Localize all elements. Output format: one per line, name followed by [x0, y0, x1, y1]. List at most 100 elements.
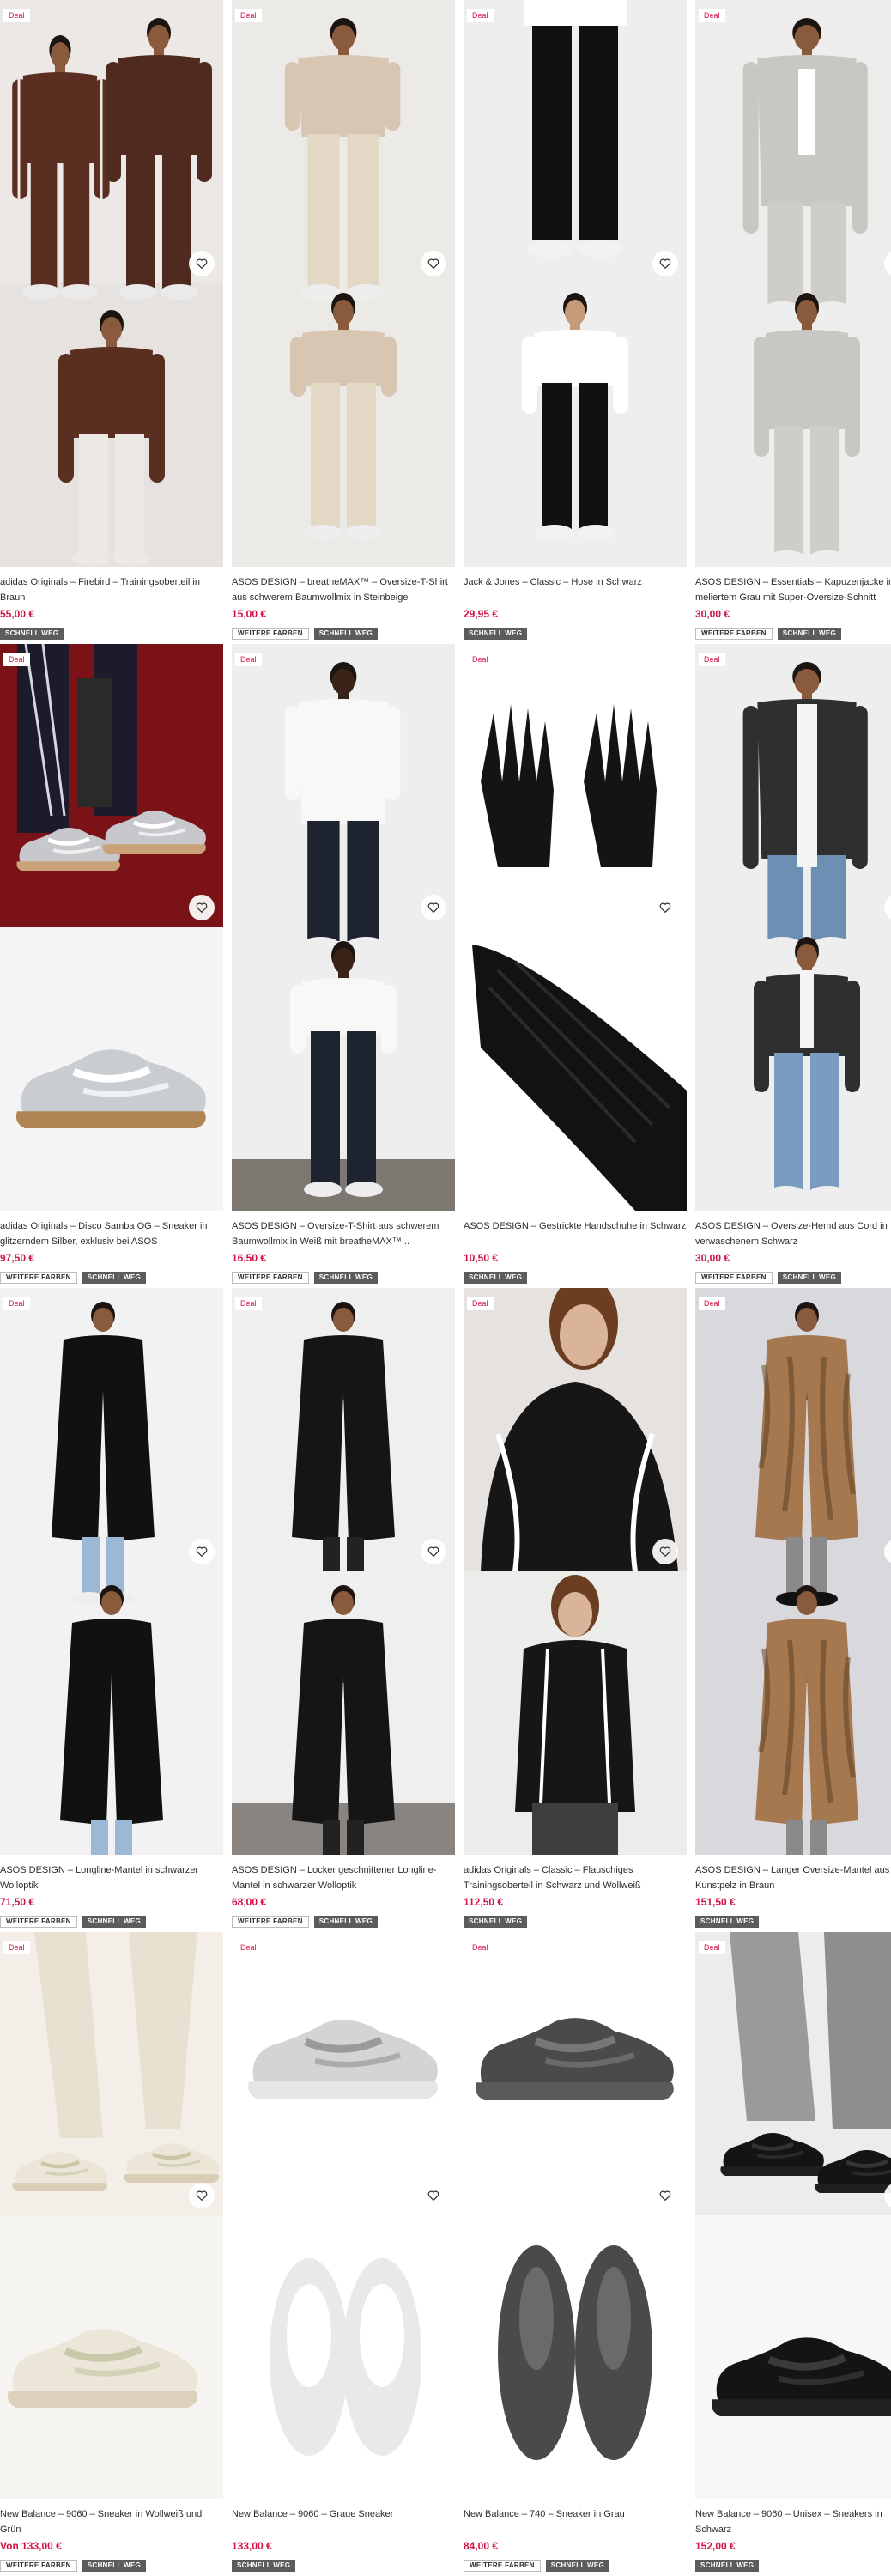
wishlist-heart-icon[interactable] [652, 2183, 678, 2208]
product-card[interactable]: Deal New Balance – 740 – Sneaker in Grau… [464, 1932, 687, 2576]
product-card[interactable]: Deal New Balance – 9060 – Unisex – Sneak… [695, 1932, 891, 2576]
wishlist-heart-icon[interactable] [421, 2183, 446, 2208]
wishlist-heart-icon[interactable] [652, 251, 678, 276]
product-image[interactable] [464, 1288, 687, 1855]
more-colors-badge[interactable]: WEITERE FARBEN [232, 1916, 309, 1928]
product-image[interactable] [695, 0, 891, 567]
deal-badge: Deal [3, 1297, 30, 1310]
wishlist-heart-icon[interactable] [652, 895, 678, 920]
product-image[interactable] [0, 1932, 223, 2499]
product-card[interactable]: Deal ASOS DESIGN – Langer Oversize-Mante… [695, 1288, 891, 1932]
product-title[interactable]: adidas Originals – Classic – Flauschiges… [464, 1862, 687, 1893]
wishlist-heart-icon[interactable] [189, 895, 215, 920]
product-card[interactable]: Deal ASOS DESIGN – Essentials – Kapuzenj… [695, 0, 891, 644]
quick-view-button[interactable]: SCHNELL WEG [464, 1272, 528, 1284]
wishlist-heart-icon[interactable] [421, 1539, 446, 1564]
more-colors-badge[interactable]: WEITERE FARBEN [232, 1272, 309, 1284]
product-title[interactable]: ASOS DESIGN – Longline-Mantel in schwarz… [0, 1862, 223, 1893]
quick-view-button[interactable]: SCHNELL WEG [313, 628, 379, 640]
more-colors-badge[interactable]: WEITERE FARBEN [0, 2560, 77, 2572]
product-price: 55,00 € [0, 608, 34, 620]
quick-view-button[interactable]: SCHNELL WEG [777, 628, 842, 640]
quick-view-button[interactable]: SCHNELL WEG [464, 628, 528, 640]
quick-view-button[interactable]: SCHNELL WEG [313, 1916, 379, 1928]
product-card[interactable]: Deal ASOS DESIGN – Longline-Mantel in sc… [0, 1288, 223, 1932]
quick-view-button[interactable]: SCHNELL WEG [82, 1272, 147, 1284]
product-card[interactable]: Deal ASOS DESIGN – Locker geschnittener … [232, 1288, 455, 1932]
more-colors-badge[interactable]: WEITERE FARBEN [0, 1916, 77, 1928]
product-image[interactable] [232, 644, 455, 1211]
product-badges: WEITERE FARBEN SCHNELL WEG [232, 1916, 379, 1928]
product-title[interactable]: ASOS DESIGN – Oversize-Hemd aus Cord in … [695, 1218, 891, 1249]
product-image[interactable] [464, 644, 687, 1211]
product-card[interactable]: Deal New Balance – 9060 – Sneaker in Wol… [0, 1932, 223, 2576]
product-image[interactable] [695, 644, 891, 1211]
product-card[interactable]: Deal Jack & Jones – Classic – Hose in Sc… [464, 0, 687, 644]
wishlist-heart-icon[interactable] [421, 895, 446, 920]
wishlist-heart-icon[interactable] [652, 1539, 678, 1564]
product-title[interactable]: adidas Originals – Disco Samba OG – Snea… [0, 1218, 223, 1249]
price-value: 15,00 € [232, 608, 267, 620]
product-title[interactable]: New Balance – 9060 – Sneaker in Wollweiß… [0, 2506, 223, 2537]
product-image[interactable] [232, 0, 455, 567]
wishlist-heart-icon[interactable] [189, 2183, 215, 2208]
product-card[interactable]: Deal adidas Originals – Firebird – Train… [0, 0, 223, 644]
more-colors-badge[interactable]: WEITERE FARBEN [464, 2560, 541, 2572]
quick-view-button[interactable]: SCHNELL WEG [82, 1916, 147, 1928]
product-badges: WEITERE FARBEN SCHNELL WEG [464, 2560, 610, 2572]
more-colors-badge[interactable]: WEITERE FARBEN [232, 628, 309, 640]
quick-view-button[interactable]: SCHNELL WEG [464, 1916, 528, 1928]
product-price: 151,50 € [695, 1896, 736, 1908]
quick-view-button[interactable]: SCHNELL WEG [545, 2560, 610, 2572]
product-image[interactable] [464, 0, 687, 567]
product-card[interactable]: Deal adidas Originals – Disco Samba OG –… [0, 644, 223, 1288]
product-price: 97,50 € [0, 1252, 34, 1264]
product-card[interactable]: Deal adidas Originals – Classic – Flausc… [464, 1288, 687, 1932]
more-colors-badge[interactable]: WEITERE FARBEN [695, 628, 773, 640]
product-image[interactable] [0, 1288, 223, 1855]
product-card[interactable]: Deal ASOS DESIGN – Gestrickte Handschuhe… [464, 644, 687, 1288]
product-card[interactable]: Deal ASOS DESIGN – Oversize-Hemd aus Cor… [695, 644, 891, 1288]
product-badges: SCHNELL WEG [0, 628, 64, 640]
quick-view-button[interactable]: SCHNELL WEG [0, 628, 64, 640]
product-title[interactable]: ASOS DESIGN – Oversize-T-Shirt aus schwe… [232, 1218, 455, 1249]
product-image[interactable] [232, 1932, 455, 2499]
product-title[interactable]: ASOS DESIGN – Essentials – Kapuzenjacke … [695, 574, 891, 605]
wishlist-heart-icon[interactable] [189, 251, 215, 276]
product-title[interactable]: New Balance – 9060 – Unisex – Sneakers i… [695, 2506, 891, 2537]
product-badges: WEITERE FARBEN SCHNELL WEG [232, 628, 379, 640]
product-title[interactable]: ASOS DESIGN – Locker geschnittener Longl… [232, 1862, 455, 1893]
product-image[interactable] [0, 0, 223, 567]
quick-view-button[interactable]: SCHNELL WEG [232, 2560, 296, 2572]
quick-view-button[interactable]: SCHNELL WEG [695, 2560, 760, 2572]
product-image[interactable] [695, 1288, 891, 1855]
product-badges: SCHNELL WEG [695, 2560, 760, 2572]
wishlist-heart-icon[interactable] [189, 1539, 215, 1564]
product-card[interactable]: Deal ASOS DESIGN – breatheMAX™ – Oversiz… [232, 0, 455, 644]
product-image[interactable] [695, 1932, 891, 2499]
more-colors-badge[interactable]: WEITERE FARBEN [0, 1272, 77, 1284]
product-title[interactable]: ASOS DESIGN – Gestrickte Handschuhe in S… [464, 1218, 687, 1234]
price-value: 97,50 € [0, 1252, 35, 1264]
product-image[interactable] [232, 1288, 455, 1855]
quick-view-button[interactable]: SCHNELL WEG [313, 1272, 379, 1284]
quick-view-button[interactable]: SCHNELL WEG [777, 1272, 842, 1284]
wishlist-heart-icon[interactable] [421, 251, 446, 276]
product-image[interactable] [0, 644, 223, 1211]
product-title[interactable]: ASOS DESIGN – breatheMAX™ – Oversize-T-S… [232, 574, 455, 605]
product-badges: WEITERE FARBEN SCHNELL WEG [0, 1272, 147, 1284]
product-title[interactable]: ASOS DESIGN – Langer Oversize-Mantel aus… [695, 1862, 891, 1893]
price-prefix: Von [0, 2540, 22, 2552]
product-image[interactable] [464, 1932, 687, 2499]
quick-view-button[interactable]: SCHNELL WEG [82, 2560, 147, 2572]
product-title[interactable]: New Balance – 9060 – Graue Sneaker [232, 2506, 455, 2522]
deal-badge: Deal [235, 9, 262, 22]
product-card[interactable]: Deal ASOS DESIGN – Oversize-T-Shirt aus … [232, 644, 455, 1288]
product-title[interactable]: adidas Originals – Firebird – Trainingso… [0, 574, 223, 605]
more-colors-badge[interactable]: WEITERE FARBEN [695, 1272, 773, 1284]
product-title[interactable]: Jack & Jones – Classic – Hose in Schwarz [464, 574, 687, 590]
product-title[interactable]: New Balance – 740 – Sneaker in Grau [464, 2506, 687, 2522]
quick-view-button[interactable]: SCHNELL WEG [695, 1916, 760, 1928]
price-value: 29,95 € [464, 608, 499, 620]
product-card[interactable]: Deal New Balance – 9060 – Graue Sneaker … [232, 1932, 455, 2576]
